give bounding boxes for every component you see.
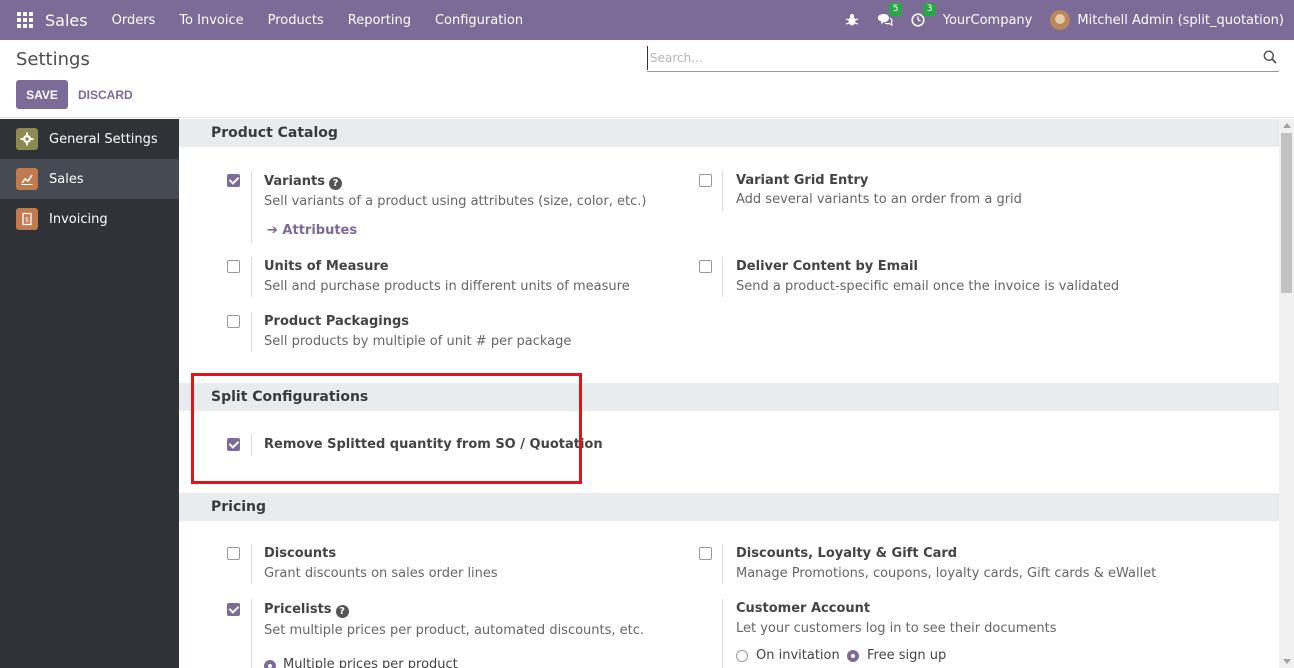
on-invitation-radio[interactable] [736,650,748,662]
variants-desc: Sell variants of a product using attribu… [264,194,647,209]
deliver-email-desc: Send a product-specific email once the i… [736,279,1120,294]
divider [251,599,252,668]
activities-badge: 3 [922,3,937,16]
discounts-title: Discounts [264,546,337,561]
attributes-link[interactable]: ➔ Attributes [267,223,357,238]
pricelists-checkbox[interactable] [227,603,240,616]
scrollbar[interactable] [1279,119,1294,668]
discounts-checkbox[interactable] [227,547,240,560]
divider [251,544,252,584]
company-switcher[interactable]: YourCompany [943,13,1033,28]
sidebar-item-general-settings[interactable]: General Settings [0,119,179,159]
svg-text:$: $ [25,216,29,224]
divider [722,599,723,668]
divider [722,544,723,584]
divider [251,171,252,243]
packagings-checkbox[interactable] [227,315,240,328]
sidebar-item-label: Invoicing [49,211,108,227]
remove-split-title: Remove Splitted quantity from SO / Quota… [264,437,603,452]
app-name[interactable]: Sales [45,11,88,30]
apps-menu-icon[interactable] [17,12,33,28]
navbar-systray: 5 3 YourCompany Mitchell Admin (split_qu… [845,0,1284,40]
variant-grid-title: Variant Grid Entry [736,173,869,188]
section-title-split-configurations: Split Configurations [179,383,1279,411]
user-name: Mitchell Admin (split_quotation) [1077,12,1284,28]
activities-clock-icon[interactable]: 3 [911,3,937,27]
help-icon[interactable]: ? [335,605,349,618]
menu-orders[interactable]: Orders [112,13,156,28]
pricelists-desc: Set multiple prices per product, automat… [264,623,645,638]
remove-split-checkbox[interactable] [227,438,240,451]
loyalty-desc: Manage Promotions, coupons, loyalty card… [736,566,1157,581]
avatar [1050,10,1071,30]
uom-checkbox[interactable] [227,260,240,273]
menu-configuration[interactable]: Configuration [435,13,523,28]
save-button[interactable]: SAVE [16,80,68,109]
sidebar-item-label: Sales [49,171,84,187]
messages-icon[interactable]: 5 [877,3,903,27]
control-panel: Settings SAVE DISCARD [0,40,1294,118]
search-input[interactable] [647,46,1257,70]
arrow-right-icon: ➔ [267,223,283,238]
divider [251,312,252,352]
settings-sidebar: General Settings Sales $ Invoicing [0,119,179,668]
customer-account-title: Customer Account [736,601,871,616]
chart-icon [16,168,38,190]
divider [251,434,252,456]
menu-reporting[interactable]: Reporting [348,13,411,28]
messages-badge: 5 [888,3,903,16]
divider [722,171,723,211]
top-navbar: Sales Orders To Invoice Products Reporti… [0,0,1294,40]
section-title-product-catalog: Product Catalog [179,119,1279,147]
search-icon[interactable] [1263,50,1277,68]
sidebar-item-label: General Settings [49,131,158,147]
scroll-thumb[interactable] [1281,133,1292,293]
pricelists-title: Pricelists? [264,602,349,618]
sidebar-item-invoicing[interactable]: $ Invoicing [0,199,179,239]
section-title-pricing: Pricing [179,493,1279,521]
loyalty-checkbox[interactable] [699,547,712,560]
deliver-email-checkbox[interactable] [699,260,712,273]
page-title: Settings [16,49,90,70]
variants-checkbox[interactable] [227,174,240,187]
free-signup-radio[interactable] [847,650,859,662]
loyalty-title: Discounts, Loyalty & Gift Card [736,546,958,561]
packagings-title: Product Packagings [264,314,410,329]
pricelist-option-label: Multiple prices per product [283,657,458,668]
variant-grid-checkbox[interactable] [699,174,712,187]
menu-products[interactable]: Products [268,13,324,28]
variants-title: Variants? [264,174,342,190]
settings-content: Product Catalog Variants? Sell variants … [179,119,1279,668]
pricelist-option-radio[interactable] [264,660,276,668]
scroll-up-arrow-icon[interactable] [1283,123,1291,128]
deliver-email-title: Deliver Content by Email [736,259,918,274]
menu-to-invoice[interactable]: To Invoice [179,13,243,28]
gear-icon [16,128,38,150]
sidebar-item-sales[interactable]: Sales [0,159,179,199]
divider [722,257,723,297]
invoice-icon: $ [16,208,38,230]
discard-button[interactable]: DISCARD [78,80,133,109]
uom-title: Units of Measure [264,259,389,274]
discounts-desc: Grant discounts on sales order lines [264,566,498,581]
free-signup-label: Free sign up [867,648,947,663]
help-icon[interactable]: ? [328,177,342,190]
uom-desc: Sell and purchase products in different … [264,279,630,294]
on-invitation-label: On invitation [756,648,840,663]
packagings-desc: Sell products by multiple of unit # per … [264,334,572,349]
user-menu[interactable]: Mitchell Admin (split_quotation) [1050,10,1284,30]
scroll-down-arrow-icon[interactable] [1283,659,1291,664]
search-bar [647,46,1279,72]
main-menu: Orders To Invoice Products Reporting Con… [112,13,548,28]
customer-account-desc: Let your customers log in to see their d… [736,621,1057,636]
variant-grid-desc: Add several variants to an order from a … [736,192,1022,207]
divider [251,257,252,297]
debug-bug-icon[interactable] [845,13,859,27]
